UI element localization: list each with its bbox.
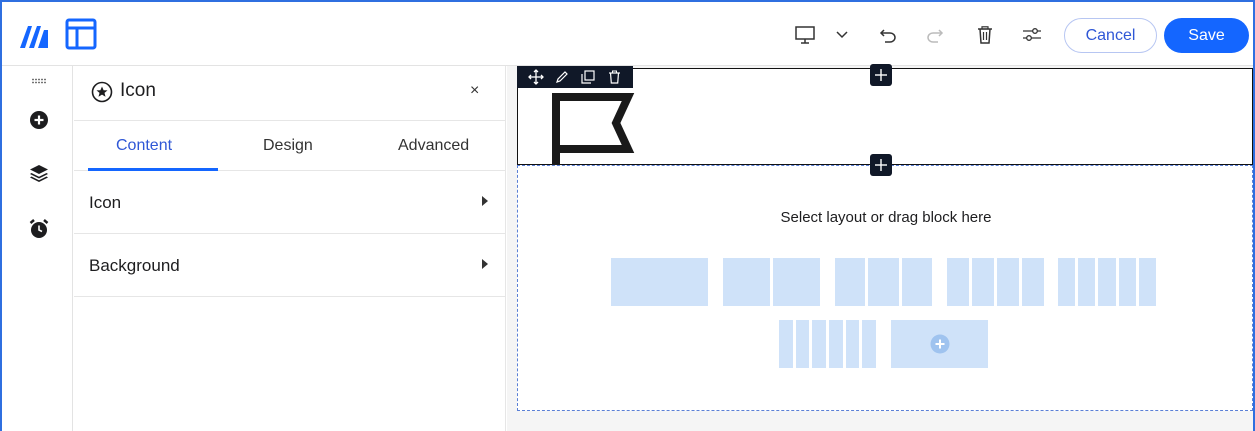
move-icon[interactable] [528, 69, 544, 85]
left-rail [2, 66, 73, 431]
tab-content[interactable]: Content [116, 137, 172, 155]
layout-column [1098, 258, 1116, 306]
dropzone-text: Select layout or drag block here [780, 209, 992, 226]
section-row-background[interactable]: Background [74, 234, 506, 297]
layers-icon[interactable] [28, 162, 50, 184]
logo-icon[interactable] [18, 20, 54, 50]
cancel-button[interactable]: Cancel [1064, 18, 1157, 53]
panel-header: Icon × [74, 66, 505, 120]
layout-option-5-columns[interactable] [1058, 258, 1157, 306]
layout-column [1022, 258, 1044, 306]
layout-column [1118, 258, 1136, 306]
save-button[interactable]: Save [1164, 18, 1249, 53]
empty-section-dropzone[interactable]: Select layout or drag block here [517, 165, 1253, 411]
settings-sliders-icon[interactable] [1019, 22, 1045, 48]
panel-tabs: Content Design Advanced [74, 120, 506, 171]
layout-option-custom[interactable] [891, 320, 988, 368]
add-icon[interactable] [28, 109, 50, 131]
layout-column [862, 320, 877, 368]
editor-canvas: Select layout or drag block here [507, 64, 1253, 431]
layout-column [1138, 258, 1157, 306]
layout-column [773, 258, 820, 306]
caret-right-icon [482, 259, 488, 269]
layout-column [795, 320, 810, 368]
layout-option-3-columns[interactable] [835, 258, 932, 306]
layout-column [1058, 258, 1076, 306]
layout-icon[interactable] [64, 17, 98, 51]
layout-column [1078, 258, 1096, 306]
trash-icon[interactable] [972, 22, 998, 48]
chevron-down-icon[interactable] [829, 22, 855, 48]
panel-title: Icon [120, 80, 156, 101]
layout-option-2-columns[interactable] [723, 258, 820, 306]
drag-handle-icon[interactable] [28, 70, 50, 92]
layout-column [611, 258, 708, 306]
layout-column [901, 258, 932, 306]
layout-option-4-columns[interactable] [947, 258, 1044, 306]
top-toolbar: Cancel Save [2, 2, 1253, 66]
section-row-icon[interactable]: Icon [74, 171, 506, 234]
layout-column [835, 258, 866, 306]
edit-pencil-icon[interactable] [554, 69, 570, 85]
section-row-label: Background [89, 256, 180, 275]
caret-right-icon [482, 196, 488, 206]
undo-icon[interactable] [875, 22, 901, 48]
tab-advanced[interactable]: Advanced [398, 137, 469, 155]
layout-column [779, 320, 793, 368]
editor-window: Cancel Save Icon × Content Design Advanc… [0, 0, 1255, 431]
block-mini-toolbar [517, 66, 633, 88]
settings-panel: Icon × Content Design Advanced Icon Back… [74, 66, 506, 431]
layout-column [812, 320, 827, 368]
delete-icon[interactable] [606, 69, 622, 85]
redo-icon[interactable] [922, 22, 948, 48]
layout-column [997, 258, 1019, 306]
layout-column [723, 258, 770, 306]
close-icon[interactable]: × [470, 82, 479, 100]
layout-column [868, 258, 899, 306]
star-circle-icon [91, 81, 113, 103]
layout-option-6-columns[interactable] [779, 320, 877, 368]
add-section-below-button[interactable] [870, 154, 892, 176]
section-row-label: Icon [89, 193, 122, 212]
duplicate-icon[interactable] [580, 69, 596, 85]
flag-icon[interactable] [536, 93, 636, 165]
layout-column [829, 320, 843, 368]
tab-design[interactable]: Design [263, 137, 313, 155]
layout-column [947, 258, 969, 306]
layout-column [845, 320, 860, 368]
layout-column [972, 258, 994, 306]
add-icon [930, 334, 949, 354]
desktop-icon[interactable] [792, 22, 818, 48]
layout-option-1-column[interactable] [611, 258, 708, 306]
add-section-above-button[interactable] [870, 64, 892, 86]
alarm-icon[interactable] [28, 218, 50, 240]
